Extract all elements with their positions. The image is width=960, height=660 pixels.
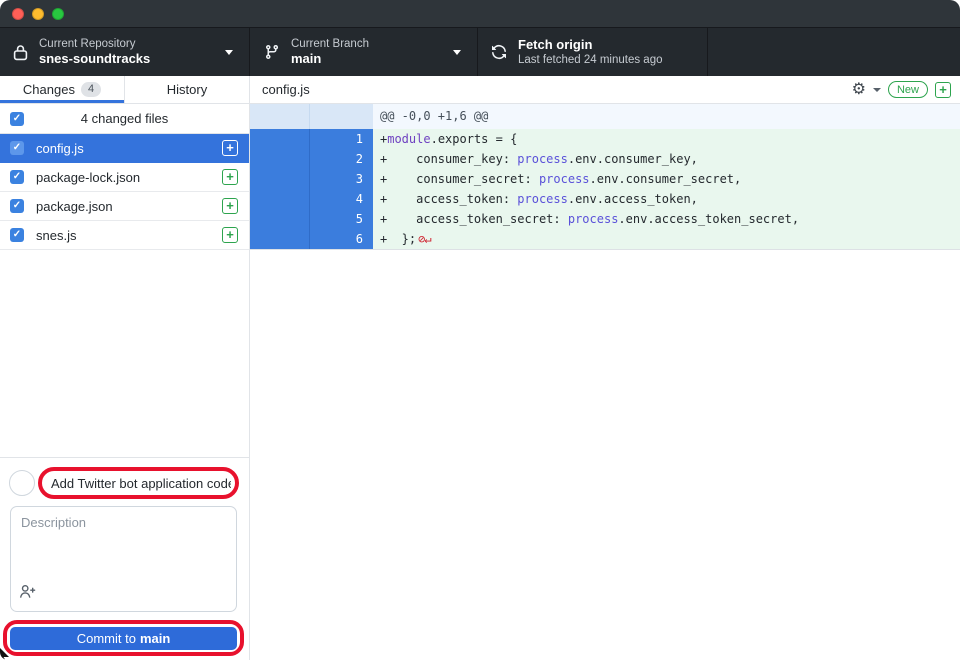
commit-button-branch: main xyxy=(140,631,170,646)
diff-line: 1+module.exports = { xyxy=(250,129,960,149)
git-branch-icon xyxy=(264,44,280,60)
changed-files-header: ✓ 4 changed files xyxy=(0,104,249,134)
zoom-button[interactable] xyxy=(52,8,64,20)
diff-file-header: config.js ⚙ New + xyxy=(250,76,960,104)
diff-gutter-old[interactable] xyxy=(250,149,310,169)
added-file-icon: + xyxy=(935,82,951,98)
commit-annotation-highlight: Commit to main xyxy=(3,620,244,656)
mouse-cursor xyxy=(0,645,13,660)
fetch-subtitle: Last fetched 24 minutes ago xyxy=(518,53,663,67)
toolbar: Current Repository snes-soundtracks Curr… xyxy=(0,28,960,76)
added-status-icon: + xyxy=(222,227,238,243)
chevron-down-icon xyxy=(453,50,461,55)
branch-name: main xyxy=(291,51,369,67)
diff-line: 3+ consumer_secret: process.env.consumer… xyxy=(250,169,960,189)
file-name: config.js xyxy=(36,134,84,163)
diff-panel: config.js ⚙ New + @@ -0,0 +1,6 @@ 1+modu… xyxy=(250,76,960,660)
diff-gutter-new-line-number[interactable]: 4 xyxy=(310,189,373,209)
diff-gutter-new-line-number[interactable]: 6 xyxy=(310,229,373,249)
changed-files-count: 4 changed files xyxy=(0,104,249,134)
diff-line: 5+ access_token_secret: process.env.acce… xyxy=(250,209,960,229)
close-button[interactable] xyxy=(12,8,24,20)
tab-changes[interactable]: Changes 4 xyxy=(0,76,125,103)
diff-gutter-new-line-number[interactable]: 5 xyxy=(310,209,373,229)
file-row[interactable]: ✓ config.js + xyxy=(0,134,249,163)
diff-gutter-new-line-number[interactable]: 3 xyxy=(310,169,373,189)
file-status-badge: New xyxy=(888,81,928,98)
file-checkbox[interactable]: ✓ xyxy=(10,199,24,213)
hunk-gutter-new xyxy=(310,104,373,129)
hunk-header-text: @@ -0,0 +1,6 @@ xyxy=(373,104,960,129)
diff-gutter-old[interactable] xyxy=(250,169,310,189)
changed-file-list: ✓ config.js + ✓ package-lock.json + ✓ package.j… xyxy=(0,134,249,250)
diff-gutter-new-line-number[interactable]: 2 xyxy=(310,149,373,169)
hunk-gutter-old xyxy=(250,104,310,129)
diff-code-line: + access_token_secret: process.env.acces… xyxy=(373,209,960,229)
branch-label: Current Branch xyxy=(291,37,369,51)
diff-gutter-old[interactable] xyxy=(250,129,310,149)
sidebar: Changes 4 History ✓ 4 changed files ✓ con… xyxy=(0,76,250,660)
toolbar-spacer xyxy=(708,28,960,76)
diff-file-name: config.js xyxy=(262,82,310,97)
diff-code-line: + access_token: process.env.access_token… xyxy=(373,189,960,209)
avatar xyxy=(9,470,35,496)
chevron-down-icon xyxy=(225,50,233,55)
diff-gutter-new-line-number[interactable]: 1 xyxy=(310,129,373,149)
file-checkbox[interactable]: ✓ xyxy=(10,141,24,155)
file-checkbox[interactable]: ✓ xyxy=(10,228,24,242)
titlebar xyxy=(0,0,960,28)
diff-code-line: +module.exports = { xyxy=(373,129,960,149)
added-status-icon: + xyxy=(222,198,238,214)
added-status-icon: + xyxy=(222,140,238,156)
file-row[interactable]: ✓ package.json + xyxy=(0,192,249,221)
file-checkbox[interactable]: ✓ xyxy=(10,170,24,184)
file-name: package-lock.json xyxy=(36,163,140,192)
diff-line: 2+ consumer_key: process.env.consumer_ke… xyxy=(250,149,960,169)
fetch-title: Fetch origin xyxy=(518,37,663,53)
changes-count-badge: 4 xyxy=(81,82,101,97)
lock-icon xyxy=(13,44,28,61)
diff-gutter-old[interactable] xyxy=(250,229,310,249)
fetch-origin-button[interactable]: Fetch origin Last fetched 24 minutes ago xyxy=(478,28,708,76)
file-row[interactable]: ✓ snes.js + xyxy=(0,221,249,250)
diff-gutter-old[interactable] xyxy=(250,209,310,229)
sidebar-tabs: Changes 4 History xyxy=(0,76,249,104)
repository-name: snes-soundtracks xyxy=(39,51,150,67)
repository-label: Current Repository xyxy=(39,37,150,51)
commit-description-input[interactable] xyxy=(11,507,236,587)
chevron-down-icon[interactable] xyxy=(873,88,881,92)
diff-code-line: + };⊘↵ xyxy=(373,229,960,249)
file-name: snes.js xyxy=(36,221,76,250)
added-status-icon: + xyxy=(222,169,238,185)
diff-line: 6+ };⊘↵ xyxy=(250,229,960,249)
minimize-button[interactable] xyxy=(32,8,44,20)
commit-description-box xyxy=(10,506,237,612)
commit-form: Commit to main xyxy=(0,457,249,660)
diff-gutter-old[interactable] xyxy=(250,189,310,209)
file-row[interactable]: ✓ package-lock.json + xyxy=(0,163,249,192)
repository-selector[interactable]: Current Repository snes-soundtracks xyxy=(0,28,250,76)
add-coauthor-icon[interactable] xyxy=(19,584,36,604)
tab-history[interactable]: History xyxy=(125,76,249,103)
tab-changes-label: Changes xyxy=(23,82,75,97)
commit-button-label: Commit to xyxy=(77,631,136,646)
diff-code-line: + consumer_key: process.env.consumer_key… xyxy=(373,149,960,169)
hunk-header-row: @@ -0,0 +1,6 @@ xyxy=(250,104,960,129)
diff-view: @@ -0,0 +1,6 @@ 1+module.exports = {2+ c… xyxy=(250,104,960,250)
branch-selector[interactable]: Current Branch main xyxy=(250,28,478,76)
tab-history-label: History xyxy=(167,82,207,97)
gear-icon[interactable]: ⚙ xyxy=(852,82,866,98)
sync-icon xyxy=(491,44,507,60)
commit-summary-input[interactable] xyxy=(42,471,235,495)
file-name: package.json xyxy=(36,192,113,221)
summary-annotation-highlight xyxy=(38,467,239,499)
diff-code-line: + consumer_secret: process.env.consumer_… xyxy=(373,169,960,189)
diff-line: 4+ access_token: process.env.access_toke… xyxy=(250,189,960,209)
commit-button[interactable]: Commit to main xyxy=(10,627,237,650)
app-window: Current Repository snes-soundtracks Curr… xyxy=(0,0,960,660)
